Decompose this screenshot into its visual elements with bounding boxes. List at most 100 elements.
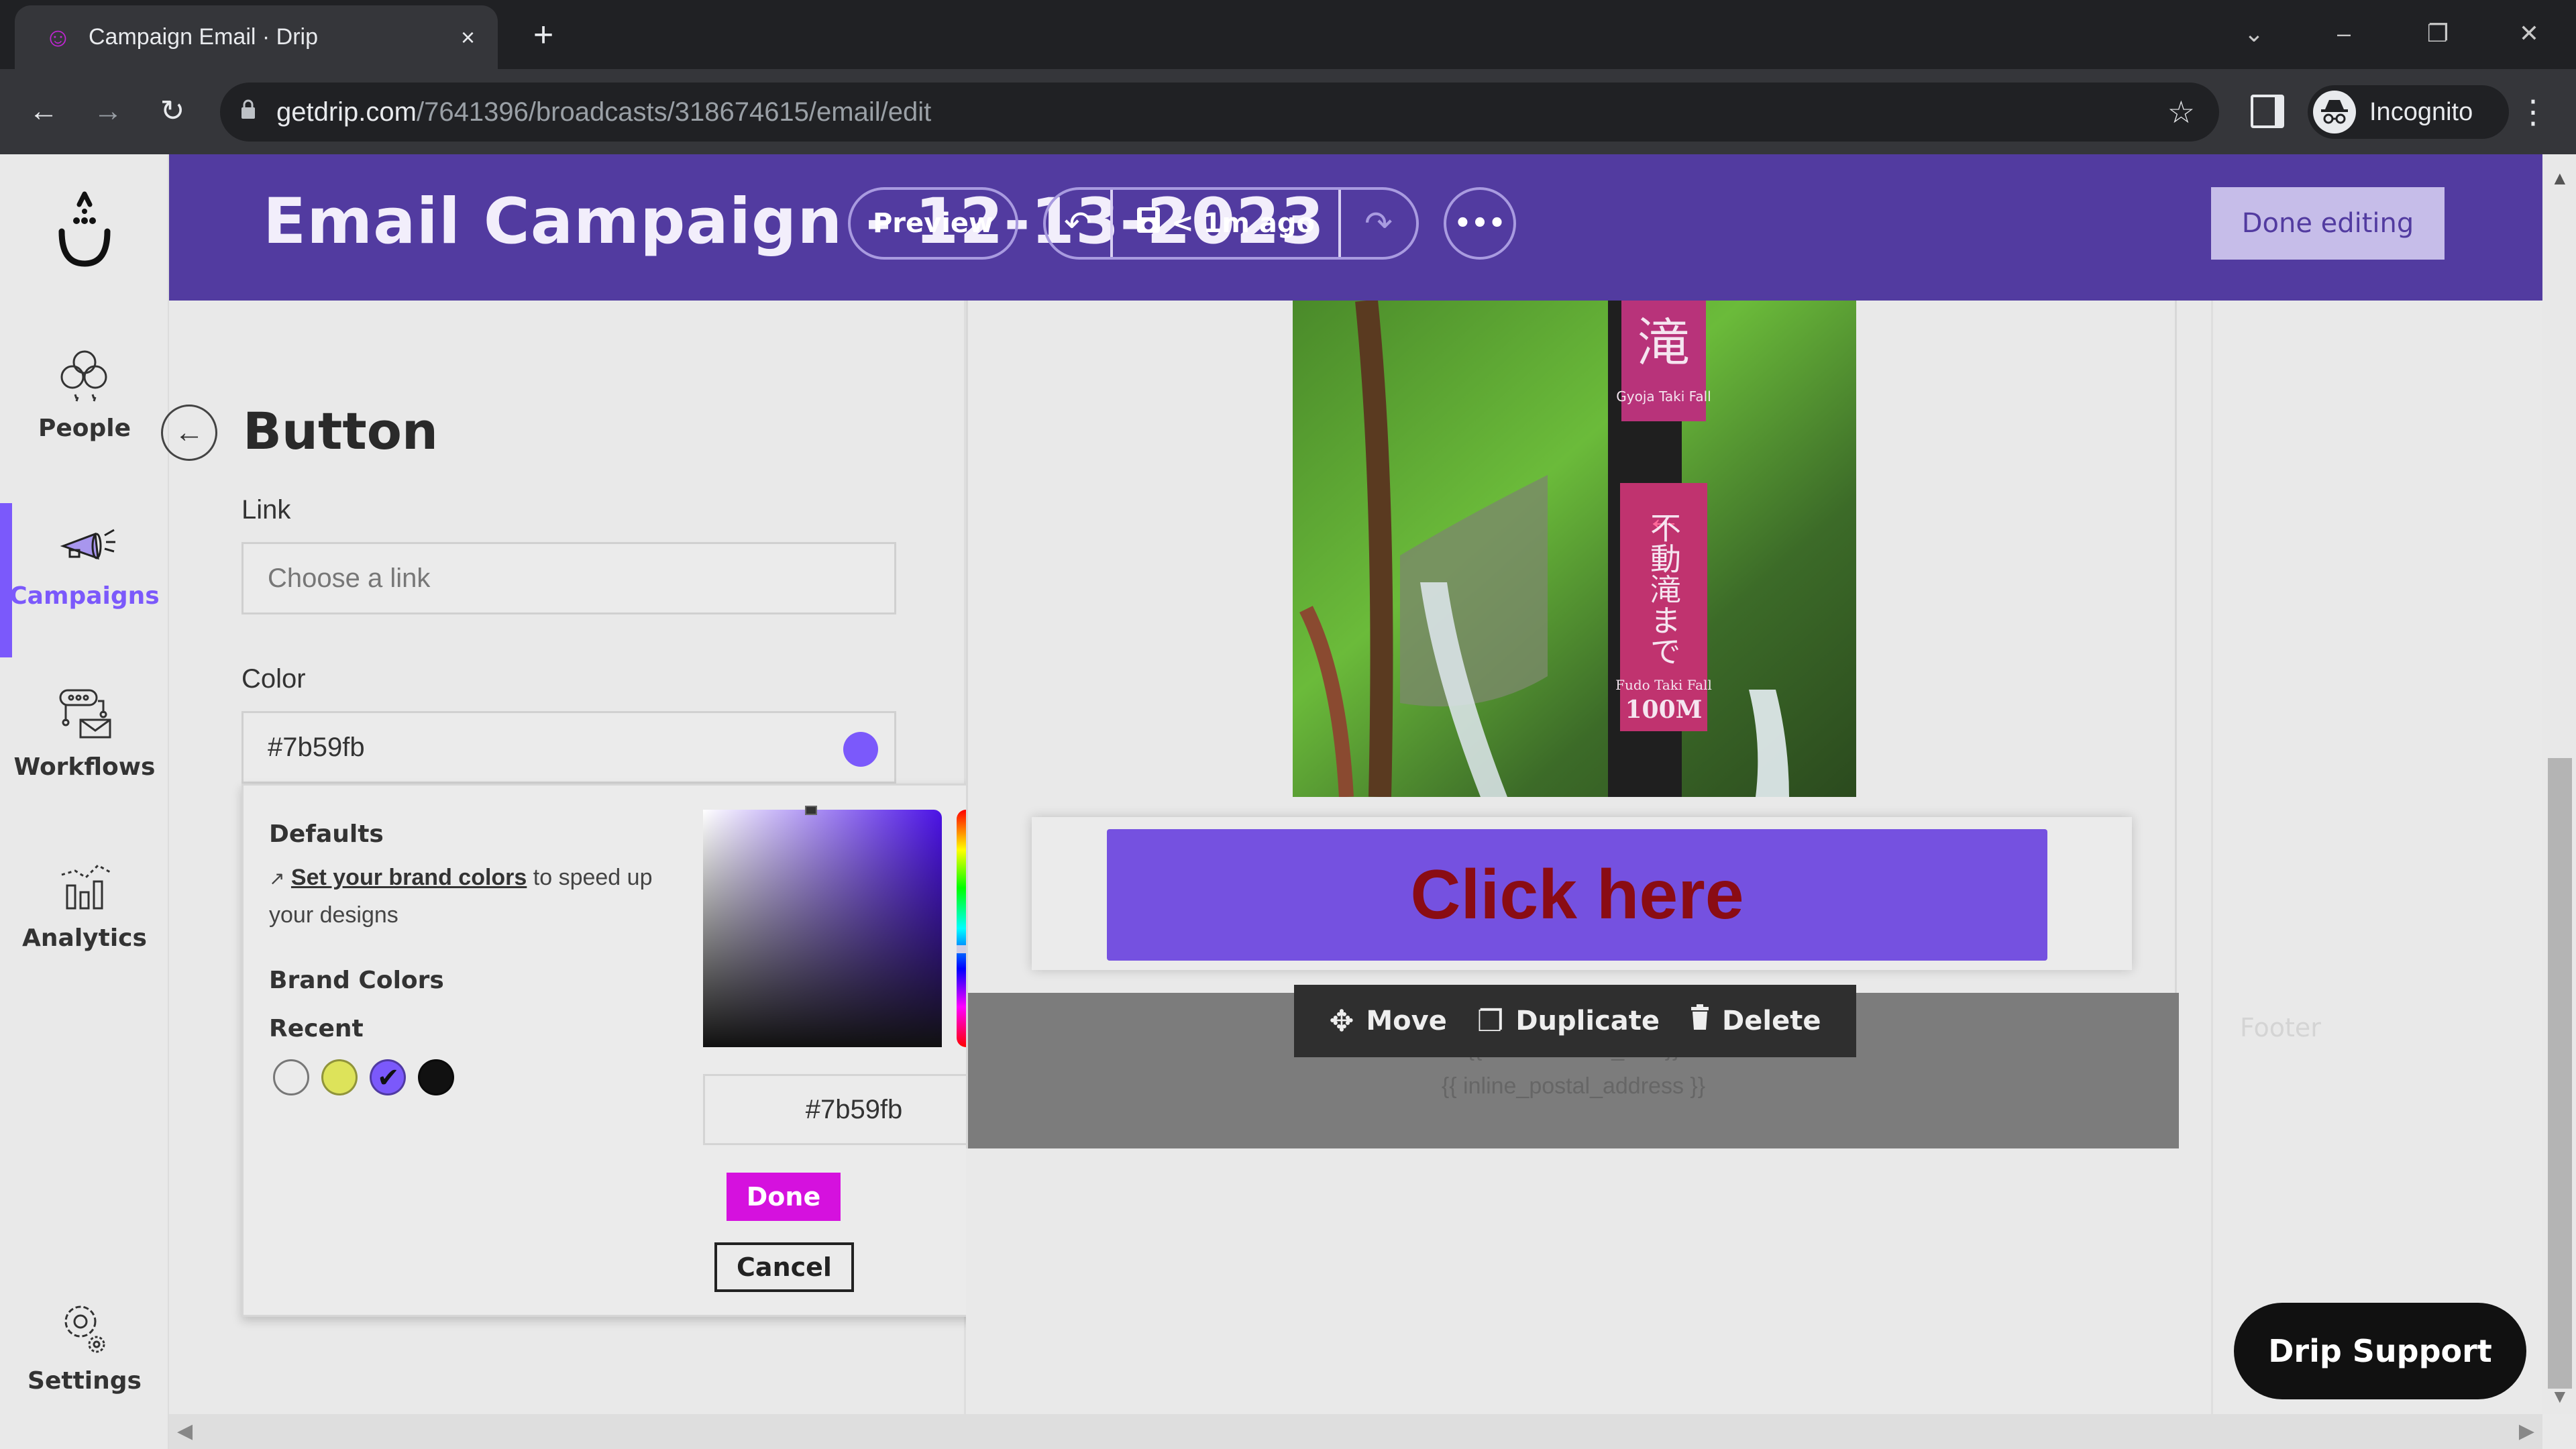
tab-close-icon[interactable]: ×: [461, 23, 475, 52]
save-icon: [1136, 207, 1161, 240]
vertical-scrollbar[interactable]: ▲ ▼: [2542, 154, 2576, 1414]
drip-support-button[interactable]: Drip Support: [2234, 1303, 2526, 1399]
sidebar-item-settings[interactable]: Settings: [0, 1295, 169, 1429]
external-link-icon: ↗: [269, 868, 285, 889]
hero-image[interactable]: 滝 Gyoja Taki Fall ← 不動滝まで Fudo Taki Fall…: [1293, 301, 1856, 797]
email-canvas: 滝 Gyoja Taki Fall ← 不動滝まで Fudo Taki Fall…: [966, 301, 2179, 1414]
redo-button[interactable]: ↷: [1341, 190, 1416, 257]
button-block[interactable]: Click here: [1032, 817, 2132, 970]
set-brand-colors-link[interactable]: Set your brand colors: [291, 865, 527, 890]
link-input[interactable]: Choose a link: [241, 542, 896, 614]
saturation-handle[interactable]: [805, 806, 817, 815]
scroll-right-icon[interactable]: ▶: [2519, 1419, 2534, 1443]
more-options-button[interactable]: •••: [1444, 187, 1516, 260]
delete-label: Delete: [1722, 1006, 1821, 1036]
hex-value: #7b59fb: [805, 1094, 903, 1124]
sidebar-item-campaigns[interactable]: Campaigns: [0, 503, 169, 657]
editor-header: Email Campaign - 12-13-2023 Preview ↶ < …: [169, 154, 2542, 301]
cancel-button[interactable]: Cancel: [714, 1242, 854, 1292]
link-placeholder: Choose a link: [268, 563, 431, 593]
restore-icon[interactable]: ❐: [2418, 13, 2458, 54]
color-value: #7b59fb: [268, 732, 365, 762]
url-host: getdrip.com: [276, 97, 417, 127]
new-tab-button[interactable]: +: [523, 15, 564, 55]
minimize-icon[interactable]: –: [2324, 13, 2364, 54]
tab-list-icon[interactable]: ⌄: [2234, 13, 2274, 54]
window-close-icon[interactable]: ✕: [2509, 13, 2549, 54]
color-picker-popover: Defaults ↗ Set your brand colors to spee…: [241, 784, 1029, 1317]
reload-icon[interactable]: ↻: [150, 89, 195, 133]
sign-bottom-en: Fudo Taki Fall: [1615, 677, 1712, 693]
redo-icon: ↷: [1364, 205, 1393, 242]
save-status-button[interactable]: < 1m ago: [1113, 190, 1341, 257]
preview-button[interactable]: Preview: [848, 187, 1018, 260]
recent-heading: Recent: [269, 1015, 364, 1042]
bookmark-star-icon[interactable]: ☆: [2167, 94, 2195, 130]
duplicate-button[interactable]: ❐ Duplicate: [1477, 1004, 1660, 1038]
move-button[interactable]: ✥ Move: [1330, 1004, 1447, 1038]
url-path: /7641396/broadcasts/318674615/email/edit: [416, 97, 932, 127]
undo-icon: ↶: [1064, 205, 1092, 242]
recent-swatch[interactable]: [321, 1059, 358, 1095]
drip-logo[interactable]: [52, 191, 117, 272]
sign-top-en: Gyoja Taki Fall: [1616, 388, 1711, 405]
drip-favicon-icon: ☺: [44, 22, 72, 52]
layers-panel: Footer: [2211, 301, 2542, 1414]
horizontal-scrollbar[interactable]: ◀ ▶: [169, 1414, 2542, 1449]
sidebar-label: Workflows: [13, 753, 156, 781]
duplicate-icon: ❐: [1477, 1004, 1504, 1038]
checkmark-icon: ✔: [377, 1063, 400, 1093]
active-indicator: [0, 503, 12, 657]
scroll-left-icon[interactable]: ◀: [177, 1419, 193, 1443]
cta-button[interactable]: Click here: [1107, 829, 2047, 961]
ellipsis-icon: •••: [1454, 208, 1506, 239]
move-icon: ✥: [1329, 1004, 1354, 1038]
color-preview-swatch[interactable]: [843, 732, 878, 767]
done-editing-button[interactable]: Done editing: [2211, 187, 2445, 260]
back-icon[interactable]: ←: [21, 89, 66, 133]
recent-swatch[interactable]: ✔: [370, 1059, 406, 1095]
vertical-scroll-thumb[interactable]: [2548, 758, 2572, 1389]
hex-input[interactable]: #7b59fb: [703, 1074, 1005, 1145]
sidebar-item-workflows[interactable]: Workflows: [0, 681, 169, 815]
browser-tab[interactable]: ☺ Campaign Email · Drip ×: [15, 5, 498, 69]
address-bar[interactable]: getdrip.com/7641396/broadcasts/318674615…: [220, 83, 2219, 142]
sidebar-item-people[interactable]: People: [0, 342, 169, 476]
browser-toolbar: ← → ↻ getdrip.com/7641396/broadcasts/318…: [0, 69, 2576, 154]
browser-menu-icon[interactable]: ⋮: [2517, 91, 2549, 135]
done-button[interactable]: Done: [727, 1173, 841, 1221]
back-arrow-icon[interactable]: ←: [161, 405, 217, 461]
sidebar-item-analytics[interactable]: Analytics: [0, 852, 169, 986]
sidebar-label: People: [38, 415, 131, 442]
lock-icon[interactable]: [240, 99, 260, 125]
scroll-down-icon[interactable]: ▼: [2551, 1386, 2569, 1407]
profile-label: Incognito: [2369, 97, 2473, 126]
color-input[interactable]: #7b59fb: [241, 711, 896, 784]
sidebar-label: Analytics: [22, 924, 147, 952]
incognito-icon: [2313, 91, 2356, 133]
defaults-heading: Defaults: [269, 820, 384, 848]
sign-distance: 100M: [1625, 696, 1703, 724]
incognito-profile-button[interactable]: Incognito: [2308, 85, 2509, 139]
recent-swatch[interactable]: [273, 1059, 309, 1095]
analytics-icon: [51, 852, 118, 919]
panel-title: Button: [243, 401, 439, 461]
link-label: Link: [241, 495, 291, 525]
recent-swatch[interactable]: [418, 1059, 454, 1095]
saturation-value-area[interactable]: [703, 806, 942, 1047]
email-body: 滝 Gyoja Taki Fall ← 不動滝まで Fudo Taki Fall…: [966, 301, 2179, 1148]
color-label: Color: [241, 664, 306, 694]
scroll-up-icon[interactable]: ▲: [2551, 168, 2569, 189]
brand-colors-heading: Brand Colors: [269, 967, 444, 994]
postal-address-tag: {{ inline_postal_address }}: [1441, 1073, 1706, 1099]
footer-section-label[interactable]: Footer: [2240, 1013, 2321, 1042]
brand-colors-hint: ↗ Set your brand colors to speed up your…: [269, 859, 658, 933]
history-group: ↶ < 1m ago ↷: [1043, 187, 1419, 260]
sign-top-char: 滝: [1638, 313, 1690, 374]
side-panel-icon[interactable]: [2251, 95, 2284, 128]
delete-button[interactable]: Delete: [1690, 1004, 1821, 1038]
trash-icon: [1690, 1004, 1710, 1038]
forward-icon[interactable]: →: [86, 89, 130, 133]
duplicate-label: Duplicate: [1515, 1006, 1660, 1036]
undo-button[interactable]: ↶: [1046, 190, 1113, 257]
